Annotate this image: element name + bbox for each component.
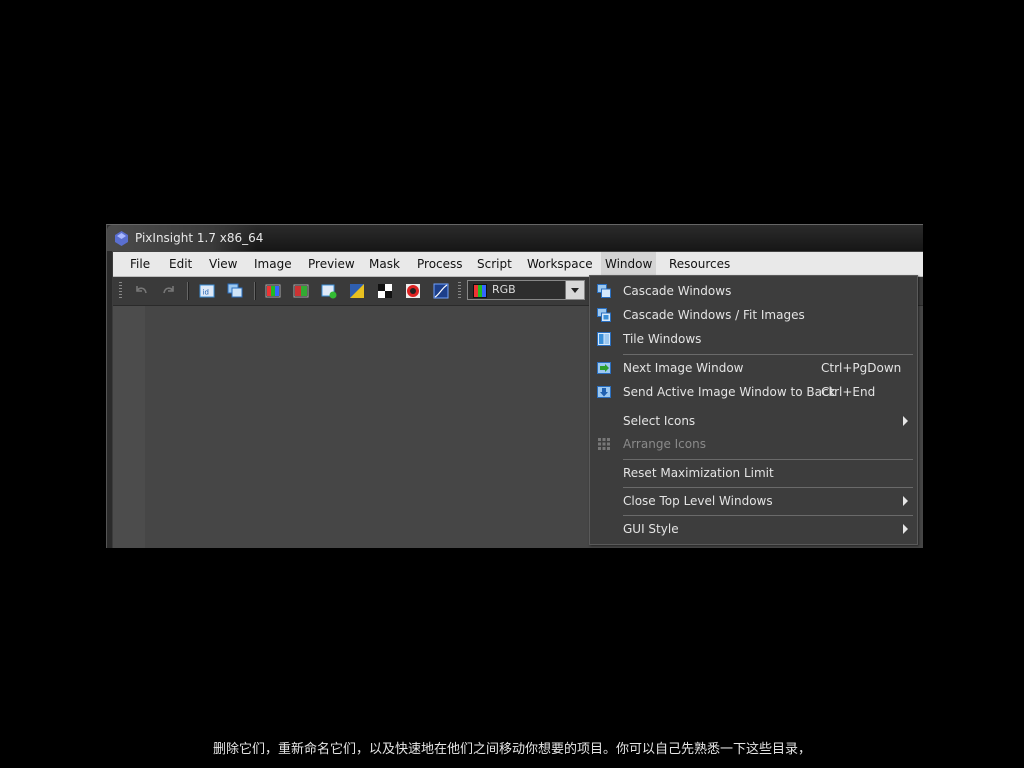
menu-item-label: Send Active Image Window to Back [623,385,836,399]
window-title: PixInsight 1.7 x86_64 [135,231,264,245]
menu-item-label: Cascade Windows / Fit Images [623,308,805,322]
curves-icon[interactable] [433,283,449,299]
toolbar-grip[interactable] [119,282,122,300]
menu-item-label: Reset Maximization Limit [623,466,774,480]
menu-item-label: GUI Style [623,522,679,536]
toolbar-separator [254,282,256,300]
tile-windows-icon [597,332,611,346]
next-window-icon [597,362,611,374]
title-bar[interactable]: PixInsight 1.7 x86_64 [107,225,923,252]
toolbar-separator [187,282,189,300]
video-subtitle: 删除它们，重新命名它们，以及快速地在他们之间移动你想要的项目。你可以自己先熟悉一… [212,742,811,757]
color-calibration-icon[interactable] [405,283,421,299]
menu-item-cascade-windows[interactable]: Cascade Windows [590,280,917,302]
menu-separator [623,354,913,355]
icon-strip [113,306,145,548]
menu-image[interactable]: Image [250,252,296,276]
menu-item-label: Tile Windows [623,332,702,346]
menu-bar: File Edit View Image Preview Mask Proces… [113,252,923,277]
color-space-value: RGB [492,283,516,296]
menu-resources[interactable]: Resources [665,252,734,276]
menu-separator [623,515,913,516]
left-edge [107,251,112,548]
menu-item-shortcut: Ctrl+PgDown [821,361,902,375]
menu-item-cascade-fit[interactable]: Cascade Windows / Fit Images [590,304,917,326]
adjust-image-icon[interactable] [349,283,365,299]
menu-separator [623,487,913,488]
duplicate-window-icon[interactable] [227,283,243,299]
undo-icon[interactable] [133,283,149,299]
menu-window[interactable]: Window [601,252,657,276]
pixinsight-logo-icon [115,231,128,246]
redo-icon[interactable] [161,283,177,299]
menu-item-tile-windows[interactable]: Tile Windows [590,328,917,350]
menu-item-gui-style[interactable]: GUI Style [590,518,917,540]
menu-file[interactable]: File [126,252,154,276]
cascade-fit-icon [597,308,611,322]
mask-icon[interactable] [377,283,393,299]
image-identifier-icon[interactable]: id [199,283,215,299]
image-rgb-icon[interactable] [265,283,281,299]
menu-item-label: Close Top Level Windows [623,494,773,508]
menu-item-send-to-back[interactable]: Send Active Image Window to Back Ctrl+En… [590,381,917,403]
menu-item-shortcut: Ctrl+End [821,385,876,399]
menu-view[interactable]: View [205,252,241,276]
toolbar-grip[interactable] [458,282,461,300]
menu-item-label: Next Image Window [623,361,744,375]
menu-workspace[interactable]: Workspace [523,252,597,276]
menu-item-close-top-level-windows[interactable]: Close Top Level Windows [590,490,917,512]
menu-item-reset-maximization[interactable]: Reset Maximization Limit [590,462,917,484]
menu-item-select-icons[interactable]: Select Icons [590,410,917,432]
menu-item-label: Arrange Icons [623,437,706,451]
image-channels-icon[interactable] [293,283,309,299]
chevron-down-icon[interactable] [565,281,584,299]
menu-mask[interactable]: Mask [365,252,404,276]
menu-item-next-image-window[interactable]: Next Image Window Ctrl+PgDown [590,357,917,379]
rgb-swatch-icon [473,284,487,298]
send-back-icon [597,386,611,398]
color-space-select[interactable]: RGB [467,280,585,300]
menu-preview[interactable]: Preview [304,252,359,276]
submenu-arrow-icon [903,524,908,534]
menu-script[interactable]: Script [473,252,516,276]
menu-item-label: Select Icons [623,414,696,428]
submenu-arrow-icon [903,496,908,506]
menu-item-label: Cascade Windows [623,284,732,298]
menu-edit[interactable]: Edit [165,252,196,276]
arrange-icons-icon [598,438,610,450]
new-preview-icon[interactable] [321,283,337,299]
cascade-windows-icon [597,284,611,298]
menu-separator [623,459,913,460]
menu-item-arrange-icons: Arrange Icons [590,433,917,455]
menu-process[interactable]: Process [413,252,467,276]
svg-text:id: id [203,289,209,297]
window-dropdown-menu: Cascade Windows Cascade Windows / Fit Im… [589,275,918,545]
submenu-arrow-icon [903,416,908,426]
